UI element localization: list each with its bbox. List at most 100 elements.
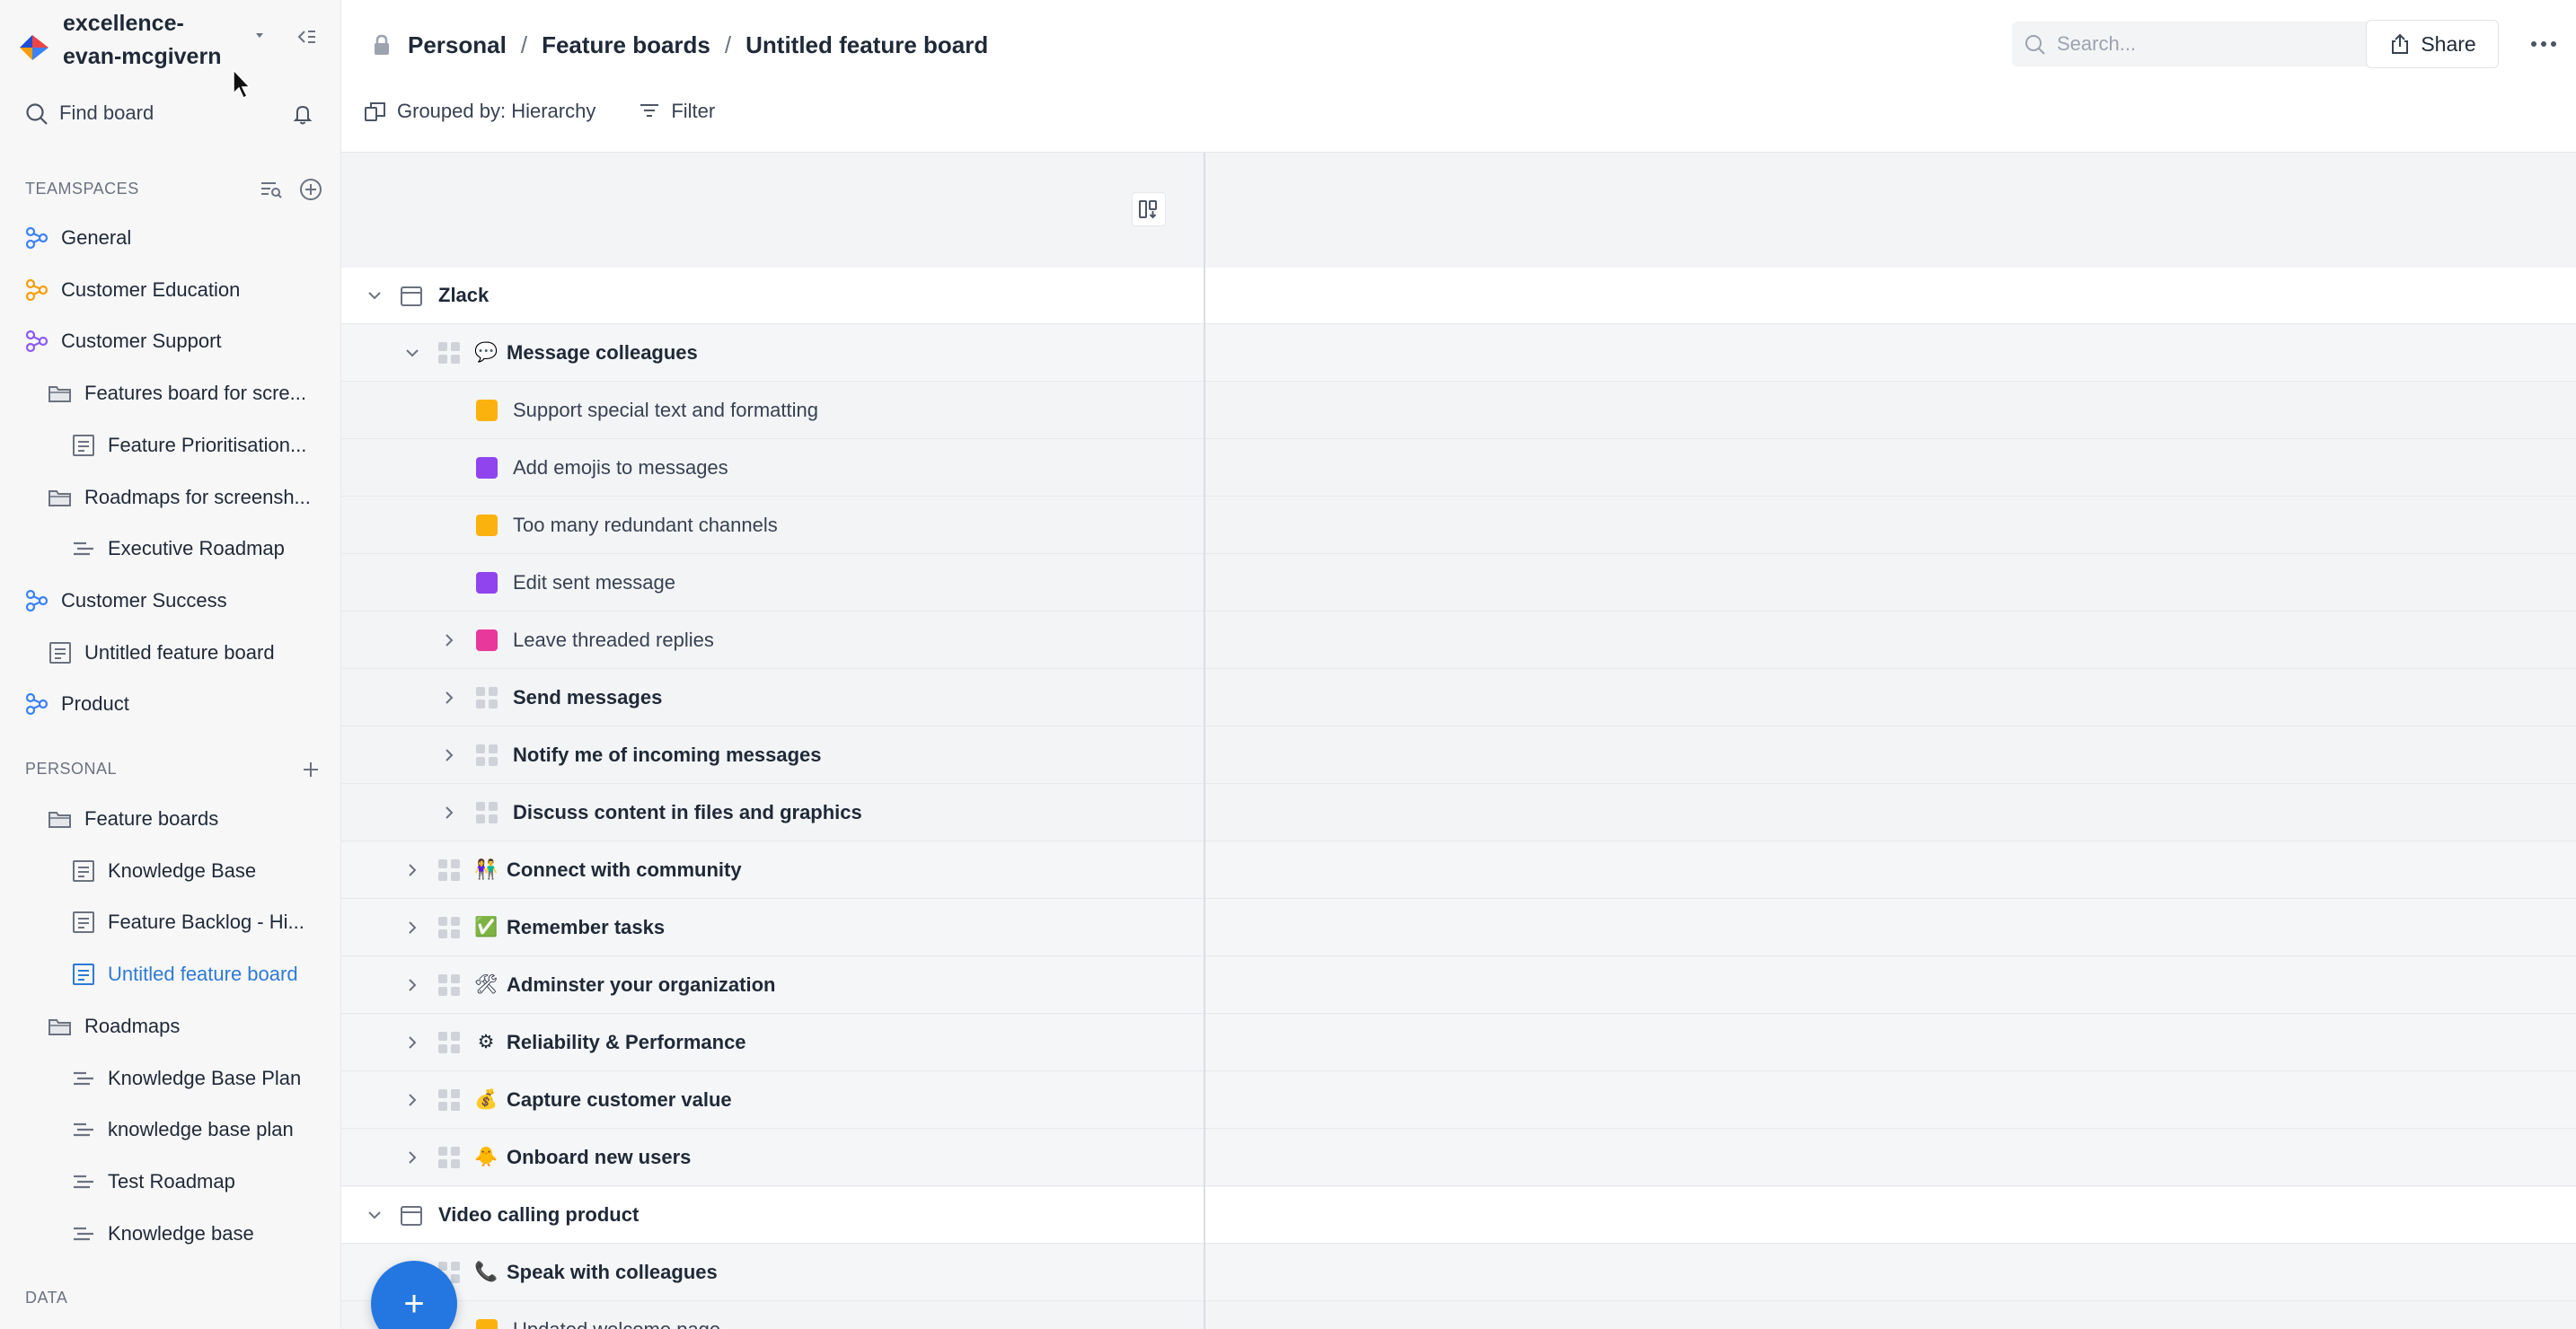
subcomponent-row[interactable]: Send messages	[341, 670, 2576, 726]
filter-teamspaces-icon[interactable]	[258, 176, 285, 203]
drag-handle-icon[interactable]	[437, 973, 462, 998]
personal-item-label: Feature Backlog - Hi...	[108, 911, 304, 934]
status-icon	[476, 400, 498, 421]
breadcrumb-personal[interactable]: Personal	[408, 31, 507, 59]
feature-row[interactable]: Support special text and formatting	[341, 383, 2576, 439]
more-options-icon[interactable]	[2526, 29, 2562, 59]
teamspace-item[interactable]: Customer Support	[23, 318, 222, 365]
teamspace-item-label: Customer Success	[61, 588, 227, 612]
personal-item-label: Roadmaps	[84, 1014, 181, 1037]
chevron-right-icon[interactable]	[401, 973, 424, 997]
chevron-right-icon[interactable]	[401, 858, 424, 882]
teamspace-item[interactable]: Product	[23, 681, 129, 727]
component-row[interactable]: 📞 Speak with colleagues	[341, 1245, 2576, 1301]
chevron-right-icon[interactable]	[401, 916, 424, 939]
teamspace-icon	[23, 691, 50, 717]
teamspace-item-label: Untitled feature board	[84, 640, 275, 664]
feature-row[interactable]: Edit sent message	[341, 555, 2576, 612]
personal-item[interactable]: knowledge base plan	[70, 1106, 294, 1153]
drag-handle-icon[interactable]	[474, 685, 499, 710]
feature-row[interactable]: Leave threaded replies	[341, 612, 2576, 669]
subcomponent-row[interactable]: Notify me of incoming messages	[341, 727, 2576, 784]
folder-icon	[47, 484, 74, 511]
collapse-sidebar-icon[interactable]	[293, 23, 320, 50]
teamspace-item[interactable]: Executive Roadmap	[70, 525, 285, 572]
feature-row[interactable]: Updated welcome page	[341, 1302, 2576, 1329]
component-row[interactable]: 🛠 Adminster your organization	[341, 957, 2576, 1014]
teamspace-item[interactable]: Customer Success	[23, 577, 227, 624]
teamspace-item[interactable]: Roadmaps for screensh...	[47, 474, 311, 521]
teamspace-item[interactable]: Untitled feature board	[47, 629, 275, 676]
share-button[interactable]: Share	[2366, 20, 2499, 68]
grouped-by-button[interactable]: Grouped by: Hierarchy	[363, 99, 595, 124]
component-row[interactable]: ✅ Remember tasks	[341, 900, 2576, 956]
personal-item[interactable]: Test Roadmap	[70, 1158, 235, 1205]
component-row[interactable]: 🐥 Onboard new users	[341, 1130, 2576, 1186]
product-row[interactable]: Video calling product	[341, 1187, 2576, 1244]
personal-item[interactable]: Feature boards	[47, 796, 218, 842]
status-icon	[476, 515, 498, 536]
product-icon	[399, 284, 424, 309]
data-label: DATA	[25, 1289, 68, 1307]
component-row[interactable]: ⚙ Reliability & Performance	[341, 1015, 2576, 1071]
add-personal-icon[interactable]	[297, 756, 324, 783]
breadcrumb-current-board[interactable]: Untitled feature board	[745, 31, 988, 59]
personal-item-label: Feature boards	[84, 807, 219, 830]
personal-item[interactable]: Feature Backlog - Hi...	[70, 899, 304, 946]
chevron-right-icon[interactable]	[437, 629, 461, 652]
column-settings-icon[interactable]	[1132, 192, 1166, 226]
chevron-right-icon[interactable]	[437, 801, 461, 824]
bell-icon[interactable]	[289, 101, 316, 128]
chevron-down-icon[interactable]	[251, 27, 268, 43]
roadmap-icon	[70, 1220, 97, 1247]
feature-name: Support special text and formatting	[513, 399, 818, 421]
feature-row[interactable]: Too many redundant channels	[341, 497, 2576, 554]
teamspace-item[interactable]: Feature Prioritisation...	[70, 422, 306, 469]
column-divider[interactable]	[1204, 153, 1205, 1329]
chevron-right-icon[interactable]	[401, 1146, 424, 1169]
chevron-down-icon[interactable]	[401, 341, 424, 365]
drag-handle-icon[interactable]	[437, 340, 462, 365]
drag-handle-icon[interactable]	[437, 1145, 462, 1170]
product-row[interactable]: Zlack	[341, 268, 2576, 324]
chevron-right-icon[interactable]	[401, 1088, 424, 1112]
personal-item[interactable]: Roadmaps	[47, 1003, 180, 1050]
component-row[interactable]: 👫 Connect with community	[341, 842, 2576, 899]
breadcrumb-feature-boards[interactable]: Feature boards	[542, 31, 710, 59]
teamspace-item[interactable]: Customer Education	[23, 267, 240, 313]
component-row[interactable]: 💰 Capture customer value	[341, 1072, 2576, 1129]
feature-name: Leave threaded replies	[513, 629, 714, 651]
search-input[interactable]	[2057, 29, 2362, 59]
drag-handle-icon[interactable]	[437, 1087, 462, 1113]
subcomponent-row[interactable]: Discuss content in files and graphics	[341, 785, 2576, 841]
chevron-right-icon[interactable]	[437, 744, 461, 767]
personal-item[interactable]: Knowledge Base Plan	[70, 1055, 301, 1102]
personal-item[interactable]: Knowledge base	[70, 1210, 254, 1257]
teamspace-item-label: Features board for scre...	[84, 382, 306, 405]
personal-item[interactable]: Untitled feature board	[70, 951, 298, 998]
add-teamspace-icon[interactable]	[297, 176, 324, 203]
productboard-logo-icon	[20, 35, 49, 60]
drag-handle-icon[interactable]	[437, 915, 462, 940]
teamspace-item[interactable]: Features board for scre...	[47, 370, 306, 417]
drag-handle-icon[interactable]	[474, 800, 499, 825]
filter-button[interactable]: Filter	[637, 99, 715, 124]
component-row[interactable]: 💬 Message colleagues	[341, 325, 2576, 382]
teamspace-item[interactable]: General	[23, 215, 131, 261]
board-icon	[70, 432, 97, 459]
search-icon	[2025, 35, 2045, 55]
chevron-down-icon[interactable]	[363, 1203, 386, 1227]
chevron-right-icon[interactable]	[437, 686, 461, 709]
drag-handle-icon[interactable]	[437, 858, 462, 883]
teamspaces-label: TEAMSPACES	[25, 180, 139, 198]
drag-handle-icon[interactable]	[437, 1030, 462, 1055]
feature-row[interactable]: Add emojis to messages	[341, 440, 2576, 497]
component-name: Message colleagues	[507, 341, 698, 364]
chevron-down-icon[interactable]	[363, 284, 386, 307]
share-label: Share	[2421, 31, 2476, 56]
workspace-switcher[interactable]: excellence-evan-mcgivern	[18, 7, 328, 79]
drag-handle-icon[interactable]	[474, 743, 499, 768]
chevron-right-icon[interactable]	[401, 1031, 424, 1054]
personal-item[interactable]: Knowledge Base	[70, 848, 256, 894]
find-board[interactable]: Find board	[23, 97, 320, 133]
